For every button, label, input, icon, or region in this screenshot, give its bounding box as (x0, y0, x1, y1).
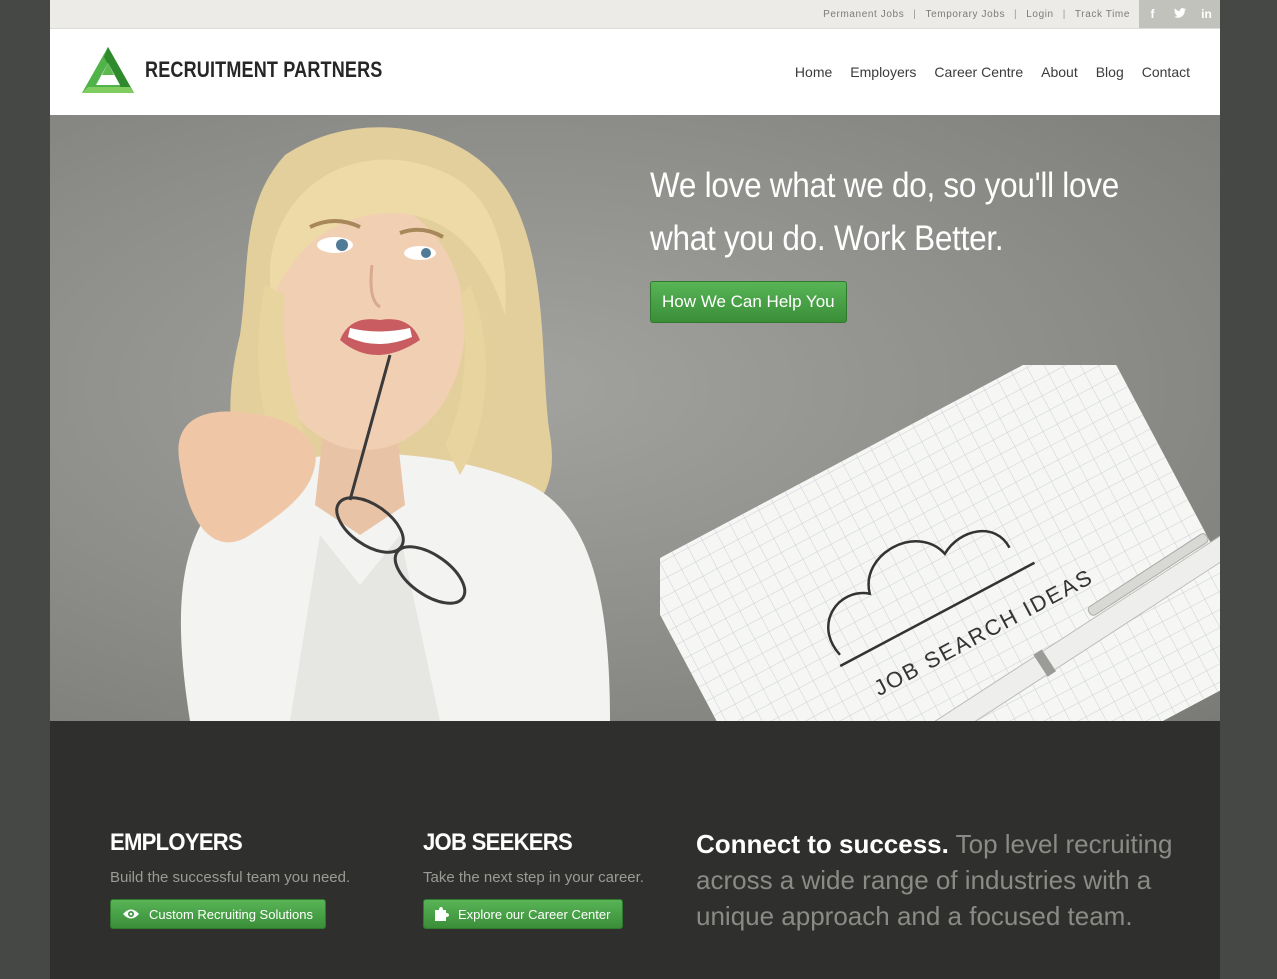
nav-home[interactable]: Home (795, 64, 832, 80)
separator: | (913, 8, 917, 20)
hero-banner: We love what we do, so you'll love what … (50, 115, 1220, 721)
employers-column: EMPLOYERS Build the successful team you … (110, 829, 350, 929)
connect-lead: Connect to success. (696, 829, 949, 859)
nav-blog[interactable]: Blog (1096, 64, 1124, 80)
site-header: RECRUITMENT PARTNERS Home Employers Care… (50, 29, 1220, 115)
separator: | (1014, 8, 1018, 20)
explore-career-center-label: Explore our Career Center (458, 906, 611, 922)
logo[interactable]: RECRUITMENT PARTNERS (80, 45, 435, 95)
explore-career-center-button[interactable]: Explore our Career Center (423, 899, 624, 929)
facebook-icon[interactable]: f (1143, 7, 1163, 21)
nav-employers[interactable]: Employers (850, 64, 916, 80)
eye-icon (122, 908, 140, 920)
notepad-with-pen-illustration: JOB SEARCH IDEAS (660, 365, 1220, 721)
main-nav: Home Employers Career Centre About Blog … (777, 29, 1190, 115)
puzzle-icon (435, 907, 449, 921)
job-seekers-heading: JOB SEEKERS (423, 829, 573, 856)
track-time-link[interactable]: Track Time (1075, 9, 1130, 20)
job-seekers-column: JOB SEEKERS Take the next step in your c… (423, 829, 644, 929)
top-utility-bar: Permanent Jobs | Temporary Jobs | Login … (50, 0, 1220, 29)
nav-about[interactable]: About (1041, 64, 1078, 80)
hero-headline: We love what we do, so you'll love what … (650, 166, 1119, 258)
custom-recruiting-solutions-label: Custom Recruiting Solutions (149, 906, 314, 922)
twitter-icon[interactable] (1170, 7, 1190, 21)
permanent-jobs-link[interactable]: Permanent Jobs (823, 9, 904, 20)
employers-subtitle: Build the successful team you need. (110, 869, 351, 886)
linkedin-icon[interactable]: in (1197, 7, 1217, 21)
separator: | (1062, 8, 1066, 20)
how-we-can-help-button[interactable]: How We Can Help You (650, 281, 847, 323)
custom-recruiting-solutions-button[interactable]: Custom Recruiting Solutions (110, 899, 327, 929)
nav-contact[interactable]: Contact (1142, 64, 1190, 80)
connect-to-success-text: Connect to success. Top level recruiting… (696, 826, 1176, 934)
brand-name: RECRUITMENT PARTNERS (145, 57, 383, 82)
features-band: EMPLOYERS Build the successful team you … (50, 721, 1220, 979)
employers-heading: EMPLOYERS (110, 829, 243, 856)
woman-with-glasses-photo (178, 127, 610, 721)
nav-career-centre[interactable]: Career Centre (934, 64, 1023, 80)
job-seekers-subtitle: Take the next step in your career. (423, 869, 644, 886)
logo-triangle-icon (82, 47, 134, 93)
social-links: f in (1139, 0, 1220, 28)
login-link[interactable]: Login (1026, 9, 1053, 20)
page: Permanent Jobs | Temporary Jobs | Login … (50, 0, 1220, 979)
hero-copy: We love what we do, so you'll love what … (650, 159, 1190, 323)
temporary-jobs-link[interactable]: Temporary Jobs (926, 9, 1006, 20)
utility-links: Permanent Jobs | Temporary Jobs | Login … (823, 0, 1130, 28)
